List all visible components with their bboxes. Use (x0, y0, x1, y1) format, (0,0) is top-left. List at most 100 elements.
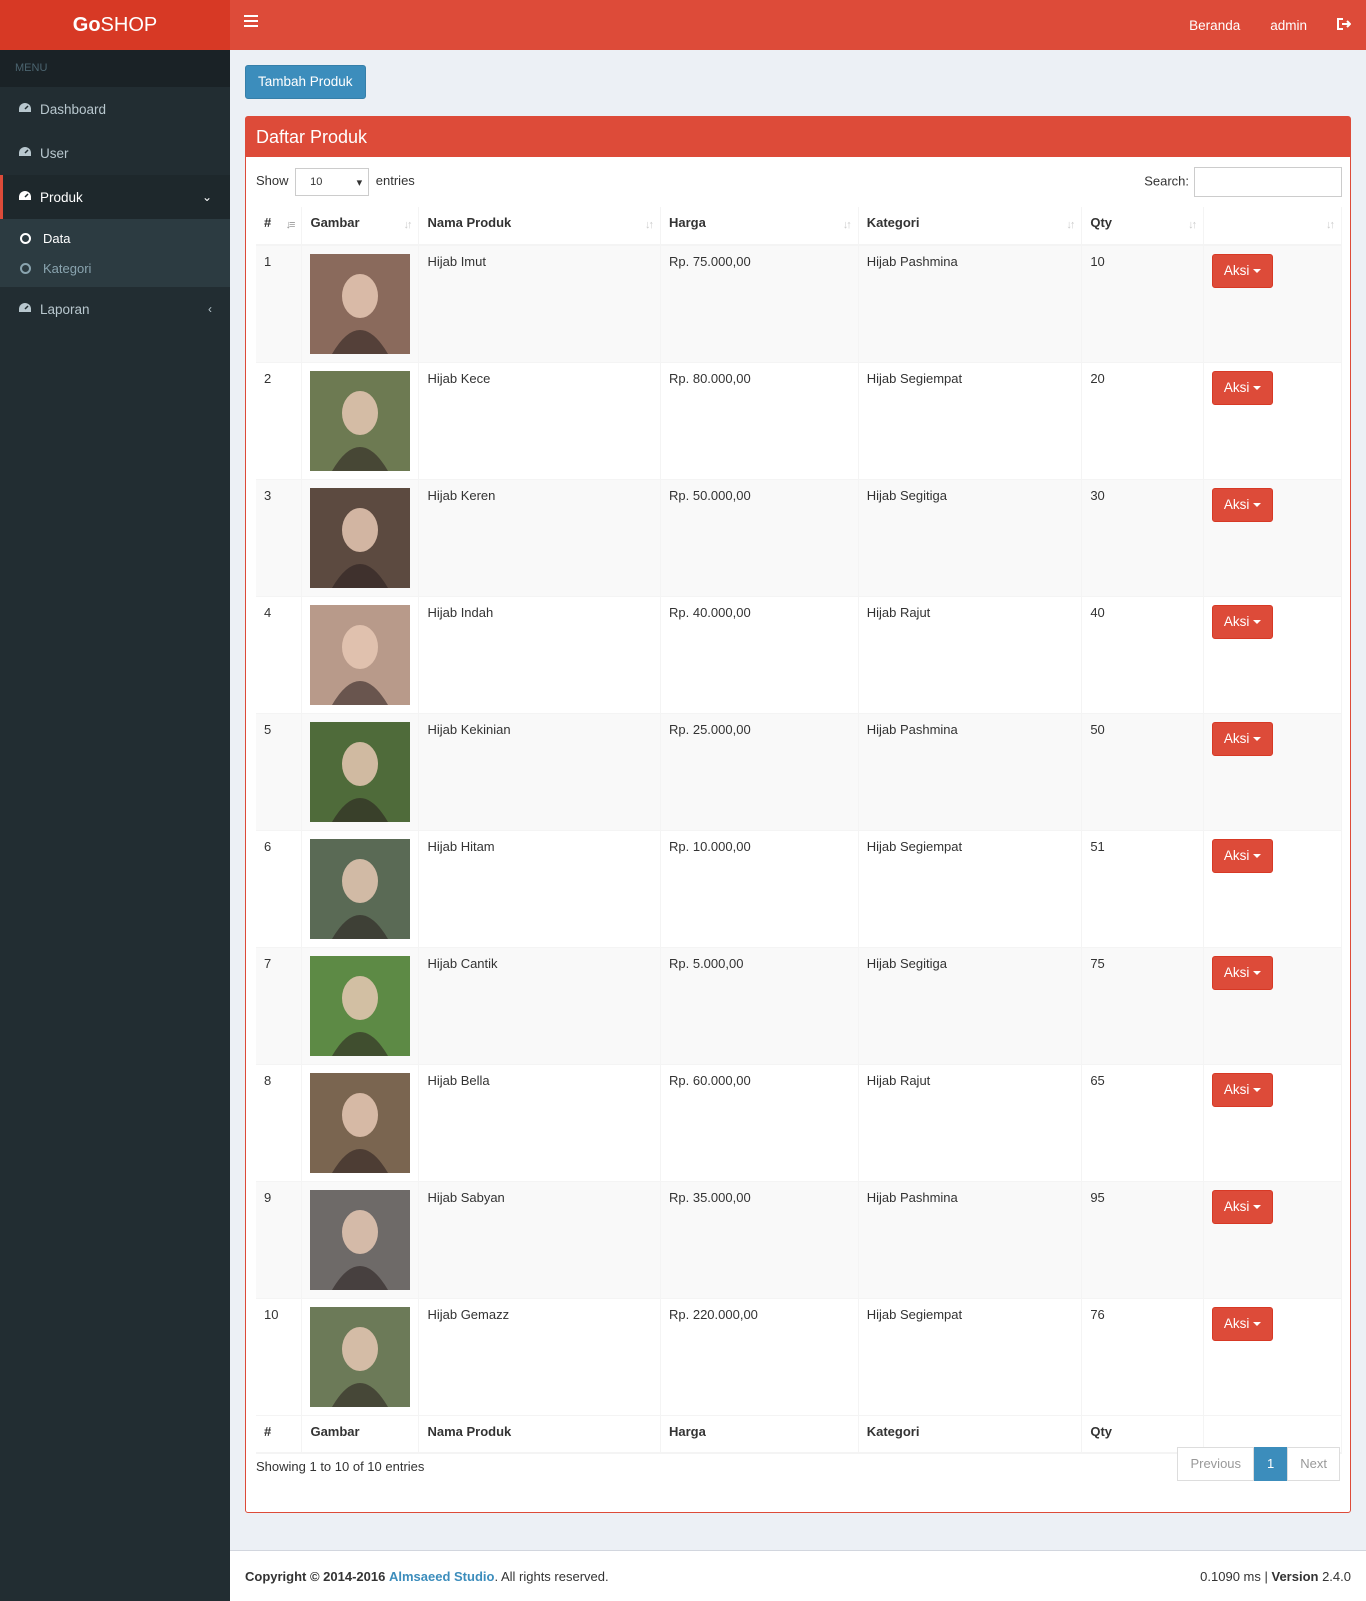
column-header-aksi[interactable]: ↓↑ (1203, 207, 1342, 246)
nav-user-menu[interactable]: admin (1255, 18, 1322, 33)
add-product-button[interactable]: Tambah Produk (245, 65, 366, 99)
cell-gambar (301, 1298, 420, 1416)
caret-down-icon (1253, 854, 1262, 859)
cell-harga: Rp. 50.000,00 (660, 479, 859, 597)
pagination-previous[interactable]: Previous (1177, 1447, 1255, 1481)
cell-kategori: Hijab Segiempat (858, 830, 1083, 948)
cell-no: 7 (256, 947, 303, 1065)
product-image[interactable] (310, 722, 411, 822)
search-label: Search: (1144, 173, 1189, 189)
aksi-button[interactable]: Aksi (1212, 722, 1274, 756)
table-row: 2 Hijab Kece Rp. 80.000,00 Hijab Segiempat 2… (256, 362, 1342, 480)
cell-kategori: Hijab Segiempat (858, 362, 1083, 480)
aksi-label: Aksi (1223, 614, 1250, 629)
cell-harga: Rp. 80.000,00 (660, 362, 859, 480)
column-header-no[interactable]: # ↓≡ (256, 207, 303, 246)
version-number: 2.4.0 (1322, 1568, 1351, 1584)
pagination-page-1[interactable]: 1 (1254, 1447, 1288, 1481)
column-header-gambar[interactable]: Gambar ↓↑ (301, 207, 420, 246)
product-image[interactable] (310, 605, 411, 705)
cell-nama: Hijab Kece (418, 362, 661, 480)
product-image[interactable] (310, 1073, 411, 1173)
search-input[interactable] (1194, 167, 1342, 197)
cell-no: 8 (256, 1064, 303, 1182)
table-body: 1 Hijab Imut Rp. 75.000,00 Hijab Pashmina 10… (256, 244, 1342, 1416)
top-navbar: Beranda admin (230, 0, 1366, 50)
page-length-select[interactable]: 10 ▾ (295, 168, 370, 196)
submenu-item-data[interactable]: Data (0, 223, 230, 253)
cell-kategori: Hijab Pashmina (858, 713, 1083, 831)
aksi-button[interactable]: Aksi (1212, 1190, 1274, 1224)
company-link[interactable]: Almsaeed Studio (389, 1569, 494, 1584)
cell-kategori: Hijab Segitiga (858, 479, 1083, 597)
cell-aksi: Aksi (1203, 830, 1342, 948)
brand-logo[interactable]: GoSHOP (0, 0, 230, 50)
caret-down-icon (1253, 737, 1262, 742)
pagination-next[interactable]: Next (1287, 1447, 1340, 1481)
column-header-harga[interactable]: Harga ↓↑ (660, 207, 859, 246)
sidebar-item-user[interactable]: User (0, 131, 230, 175)
product-image[interactable] (310, 956, 411, 1056)
circle-icon (20, 262, 31, 274)
sidebar-item-dashboard[interactable]: Dashboard (0, 87, 230, 131)
aksi-button[interactable]: Aksi (1212, 1073, 1274, 1107)
cell-nama: Hijab Bella (418, 1064, 661, 1182)
product-image[interactable] (310, 839, 411, 939)
aksi-button[interactable]: Aksi (1212, 1307, 1274, 1341)
product-image[interactable] (310, 371, 411, 471)
aksi-button[interactable]: Aksi (1212, 839, 1274, 873)
column-header-label: # (264, 215, 272, 230)
chevron-left-icon: ‹ (208, 302, 212, 316)
column-header-kategori[interactable]: Kategori ↓↑ (858, 207, 1083, 246)
hamburger-menu-icon[interactable] (244, 15, 258, 30)
cell-harga: Rp. 75.000,00 (660, 244, 859, 363)
sidebar-item-label: Dashboard (40, 101, 107, 117)
caret-down-icon (1253, 386, 1262, 391)
dashboard-icon (18, 102, 40, 117)
aksi-button[interactable]: Aksi (1212, 254, 1274, 288)
aksi-button[interactable]: Aksi (1212, 371, 1274, 405)
product-image[interactable] (310, 254, 411, 354)
cell-qty: 75 (1081, 947, 1205, 1065)
cell-no: 5 (256, 713, 303, 831)
sign-out-icon[interactable] (1322, 17, 1366, 33)
cell-qty: 50 (1081, 713, 1205, 831)
submenu-item-kategori[interactable]: Kategori (0, 253, 230, 283)
produk-submenu: Data Kategori (0, 219, 230, 287)
cell-harga: Rp. 60.000,00 (660, 1064, 859, 1182)
cell-nama: Hijab Indah (418, 596, 661, 714)
product-image[interactable] (310, 1307, 411, 1407)
column-header-nama[interactable]: Nama Produk ↓↑ (418, 207, 661, 246)
caret-down-icon (1253, 1322, 1262, 1327)
cell-kategori: Hijab Rajut (858, 1064, 1083, 1182)
timing-text: 0.1090 ms | (1200, 1568, 1268, 1584)
cell-qty: 10 (1081, 244, 1205, 363)
cell-kategori: Hijab Rajut (858, 596, 1083, 714)
aksi-button[interactable]: Aksi (1212, 605, 1274, 639)
column-header-qty[interactable]: Qty ↓↑ (1081, 207, 1205, 246)
cell-qty: 30 (1081, 479, 1205, 597)
chevron-down-icon: ⌄ (201, 190, 212, 204)
product-image[interactable] (310, 1190, 411, 1290)
cell-harga: Rp. 25.000,00 (660, 713, 859, 831)
nav-beranda-link[interactable]: Beranda (1174, 18, 1255, 33)
search-control: Search: (1144, 167, 1342, 197)
cell-aksi: Aksi (1203, 479, 1342, 597)
aksi-button[interactable]: Aksi (1212, 956, 1274, 990)
cell-aksi: Aksi (1203, 947, 1342, 1065)
cell-gambar (301, 596, 420, 714)
sort-icon: ↓↑ (1188, 219, 1197, 231)
sort-icon: ↓↑ (403, 219, 412, 231)
sort-icon: ↓↑ (842, 219, 852, 231)
product-image[interactable] (310, 488, 411, 588)
caret-down-icon (1253, 503, 1262, 508)
cell-harga: Rp. 40.000,00 (660, 596, 859, 714)
caret-down-icon (1253, 269, 1262, 274)
sidebar-item-laporan[interactable]: Laporan ‹ (0, 287, 230, 331)
sidebar-item-produk[interactable]: Produk ⌄ (0, 175, 230, 219)
circle-icon (20, 232, 31, 244)
cell-aksi: Aksi (1203, 596, 1342, 714)
aksi-button[interactable]: Aksi (1212, 488, 1274, 522)
aksi-label: Aksi (1223, 1199, 1250, 1214)
dashboard-icon (18, 146, 40, 161)
